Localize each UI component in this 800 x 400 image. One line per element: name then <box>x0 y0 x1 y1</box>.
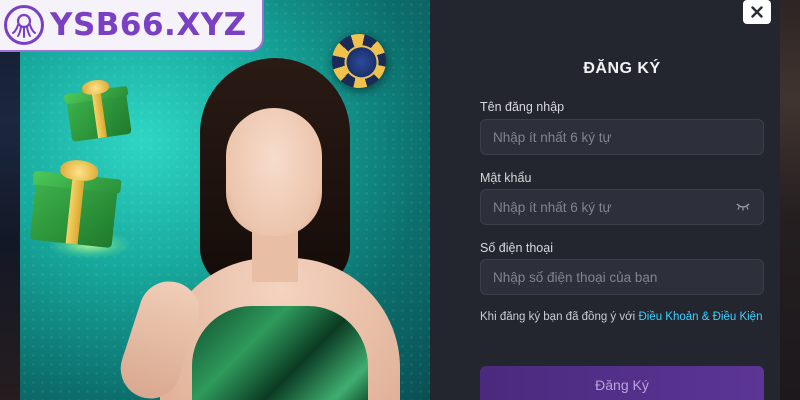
terms-notice: Khi đăng ký bạn đã đồng ý với Điều Khoản… <box>480 311 762 323</box>
promo-banner <box>20 0 430 400</box>
register-button[interactable]: Đăng Ký <box>480 366 764 400</box>
gift-box-icon <box>63 76 132 142</box>
password-label: Mật khẩu <box>480 171 532 185</box>
brand-name: YSB66.XYZ <box>50 7 247 43</box>
octopus-logo-icon <box>4 5 44 45</box>
username-input[interactable] <box>493 129 751 145</box>
password-input[interactable] <box>493 199 735 215</box>
terms-text: Khi đăng ký bạn đã đồng ý với <box>480 311 636 323</box>
phone-field-box <box>480 259 764 295</box>
close-icon <box>751 6 763 18</box>
dialog-title: ĐĂNG KÝ <box>583 60 661 77</box>
model-image <box>112 50 430 400</box>
gift-box-icon <box>29 156 122 249</box>
phone-label: Số điện thoại <box>480 241 553 255</box>
brand-header[interactable]: YSB66.XYZ <box>0 0 264 52</box>
username-label: Tên đăng nhập <box>480 100 565 114</box>
close-button[interactable] <box>743 0 771 24</box>
eye-closed-icon[interactable] <box>735 201 751 213</box>
phone-input[interactable] <box>493 269 751 285</box>
register-form: ĐĂNG KÝ Tên đăng nhập Mật khẩu Số điện t… <box>460 0 780 400</box>
terms-link[interactable]: Điều Khoản & Điều Kiện <box>638 311 762 323</box>
password-field-box <box>480 189 764 225</box>
username-field-box <box>480 119 764 155</box>
register-dialog: ĐĂNG KÝ Tên đăng nhập Mật khẩu Số điện t… <box>20 0 780 400</box>
